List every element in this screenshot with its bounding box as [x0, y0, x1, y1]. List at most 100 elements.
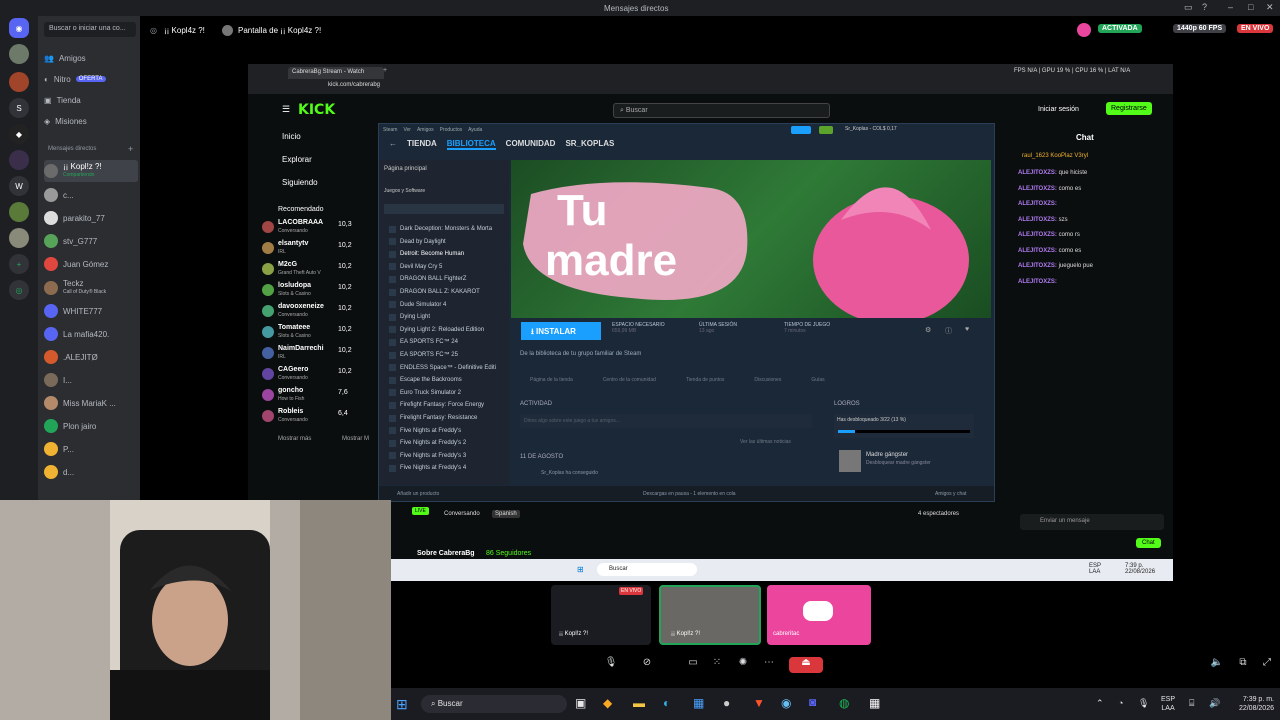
game-list-item[interactable]: EA SPORTS FC™ 25	[389, 349, 509, 361]
add-dm-icon[interactable]: +	[128, 144, 133, 154]
nav-quests[interactable]: ◈ Misiones	[44, 112, 138, 130]
nav-friends[interactable]: 👥 Amigos	[44, 49, 138, 67]
register-button[interactable]: Registrarse	[1106, 102, 1152, 115]
taskbar-search[interactable]: ⌕ Buscar	[421, 695, 567, 713]
nav-nitro[interactable]: ◐ Nitro OFERTA	[44, 70, 138, 88]
server-icon[interactable]	[9, 202, 29, 222]
library-search[interactable]	[384, 204, 504, 214]
recommended-channel[interactable]: losludopa Slots & Casino 10,2	[262, 282, 378, 300]
nav-explore[interactable]: Explorar	[282, 155, 312, 164]
library-filter[interactable]: Juegos y Software	[384, 188, 425, 194]
volume-icon[interactable]: 🔈	[1208, 657, 1226, 673]
server-icon[interactable]	[9, 150, 29, 170]
browser-tab[interactable]: CabreraBg Stream - Watch	[288, 67, 384, 79]
news-link[interactable]: Ver las últimas noticias	[740, 439, 791, 445]
windows-start-icon[interactable]: ⊞	[577, 565, 584, 574]
chat-user[interactable]: ALEJITOXZS:	[1018, 217, 1057, 223]
nav-following[interactable]: Siguiendo	[282, 178, 318, 187]
server-icon[interactable]: S	[9, 98, 29, 118]
screen-share-icon[interactable]: ▭	[684, 657, 702, 673]
language-indicator[interactable]: ESP LAA	[1161, 695, 1175, 713]
game-list-item[interactable]: ENDLESS Space™ - Definitive Editi	[389, 362, 509, 374]
info-icon[interactable]: ⓘ	[945, 326, 952, 336]
tab-library[interactable]: BIBLIOTECA	[446, 139, 496, 150]
game-list-item[interactable]: Five Nights at Freddy's 3	[389, 450, 509, 462]
game-list-item[interactable]: Dude Simulator 4	[389, 299, 509, 311]
stream-language[interactable]: Spanish	[492, 510, 520, 518]
url-bar[interactable]: kick.com/cabrerabg	[328, 82, 380, 88]
activities-icon[interactable]: ⁙	[708, 657, 726, 673]
dm-item[interactable]: d...	[44, 463, 138, 481]
chat-input[interactable]: Enviar un mensaje	[1020, 514, 1164, 530]
chat-send-button[interactable]: Chat	[1136, 538, 1161, 548]
store-icon[interactable]: ▦	[693, 696, 704, 710]
tab-store[interactable]: TIENDA	[407, 139, 437, 150]
windows-start-icon[interactable]: ⊞	[396, 696, 408, 713]
tile-avatar[interactable]: cabreritac	[767, 585, 871, 645]
soundboard-icon[interactable]: ✺	[734, 657, 752, 673]
dm-item[interactable]: c...	[44, 186, 138, 204]
server-icon[interactable]	[9, 44, 29, 64]
search-input[interactable]: Buscar o iniciar una co...	[44, 22, 136, 37]
explore-icon[interactable]: ◎	[9, 280, 29, 300]
dm-item[interactable]: ¡¡ Kopl!z ?! Compartiendo	[44, 160, 138, 182]
game-list-item[interactable]: Five Nights at Freddy's 4	[389, 462, 509, 474]
show-more-link[interactable]: Mostrar M	[342, 436, 369, 442]
activity-input[interactable]: Dinos algo sobre este juego a tus amigos…	[520, 414, 812, 428]
chat-user[interactable]: ALEJITOXZS:	[1018, 201, 1057, 207]
dm-item[interactable]: La mafia420.	[44, 325, 138, 343]
recommended-channel[interactable]: elsantytv IRL 10,2	[262, 240, 378, 258]
kick-search-input[interactable]: ⌕ Buscar	[613, 103, 830, 118]
mic-tray-icon[interactable]: 🎙	[1138, 698, 1149, 709]
activity-icon[interactable]	[1077, 23, 1091, 37]
recommended-channel[interactable]: LACOBRAAA Conversando 10,3	[262, 219, 378, 237]
dm-item[interactable]: Juan Gómez	[44, 255, 138, 273]
server-icon[interactable]	[9, 72, 29, 92]
notification-icon[interactable]	[819, 126, 833, 134]
tile-screen[interactable]: EN VIVO ¡¡ Kopl!z ?!	[551, 585, 651, 645]
game-list-item[interactable]: DRAGON BALL Z: KAKAROT	[389, 286, 509, 298]
spotify-icon[interactable]: ◍	[839, 696, 849, 710]
chat-user[interactable]: ALEJITOXZS:	[1018, 248, 1057, 254]
nav-store[interactable]: ▣ Tienda	[44, 91, 138, 109]
mic-icon[interactable]: 🎙	[602, 657, 620, 673]
app-icon[interactable]: ▦	[869, 696, 880, 710]
edge-icon[interactable]: ◐	[663, 696, 670, 710]
chat-user[interactable]: ALEJITOXZS:	[1018, 186, 1057, 192]
help-icon[interactable]: ?	[1202, 2, 1207, 12]
downloads-status[interactable]: Descargas en pausa - 1 elemento en cola	[643, 491, 736, 497]
game-list-item[interactable]: Euro Truck Simulator 2	[389, 387, 509, 399]
steam-icon[interactable]: ◉	[781, 696, 791, 710]
discord-icon[interactable]: ◙	[809, 695, 816, 709]
dm-item[interactable]: stv_G777	[44, 232, 138, 250]
copilot-icon[interactable]: ◆	[603, 696, 612, 710]
minimize-icon[interactable]: –	[1228, 2, 1233, 12]
recommended-channel[interactable]: M2cG Grand Theft Auto V 10,2	[262, 261, 378, 279]
dm-item[interactable]: Miss MariaK ...	[44, 394, 138, 412]
broadcast-icon[interactable]	[791, 126, 811, 134]
game-list-item[interactable]: Five Nights at Freddy's 2	[389, 437, 509, 449]
tray-chevron-icon[interactable]: ⌃	[1096, 698, 1104, 709]
add-server-icon[interactable]: +	[9, 254, 29, 274]
game-list-item[interactable]: Firelight Fantasy: Resistance	[389, 412, 509, 424]
dm-item[interactable]: I...	[44, 371, 138, 389]
show-more-link[interactable]: Mostrar más	[278, 436, 311, 442]
server-icon[interactable]: W	[9, 176, 29, 196]
game-list-item[interactable]: DRAGON BALL FighterZ	[389, 273, 509, 285]
fullscreen-icon[interactable]: ⤢	[1258, 657, 1276, 673]
game-list-item[interactable]: EA SPORTS FC™ 24	[389, 336, 509, 348]
recommended-channel[interactable]: goncho How to Fish 7,6	[262, 387, 378, 405]
nav-home[interactable]: Inicio	[282, 132, 301, 141]
brave-icon[interactable]: ▼	[753, 696, 765, 710]
maximize-icon[interactable]: □	[1248, 2, 1253, 12]
login-button[interactable]: Iniciar sesión	[1038, 106, 1079, 113]
recommended-channel[interactable]: Robleis Conversando 6,4	[262, 408, 378, 426]
recommended-channel[interactable]: Tomateee Slots & Casino 10,2	[262, 324, 378, 342]
dm-item[interactable]: P...	[44, 440, 138, 458]
network-icon[interactable]: ⌸	[1189, 698, 1194, 709]
new-tab-icon[interactable]: +	[383, 67, 387, 74]
game-list-item[interactable]: Dying Light	[389, 311, 509, 323]
wifi-icon[interactable]: ◔	[1118, 698, 1123, 708]
obs-icon[interactable]: ●	[723, 696, 730, 710]
add-product-button[interactable]: Añadir un producto	[397, 491, 439, 497]
